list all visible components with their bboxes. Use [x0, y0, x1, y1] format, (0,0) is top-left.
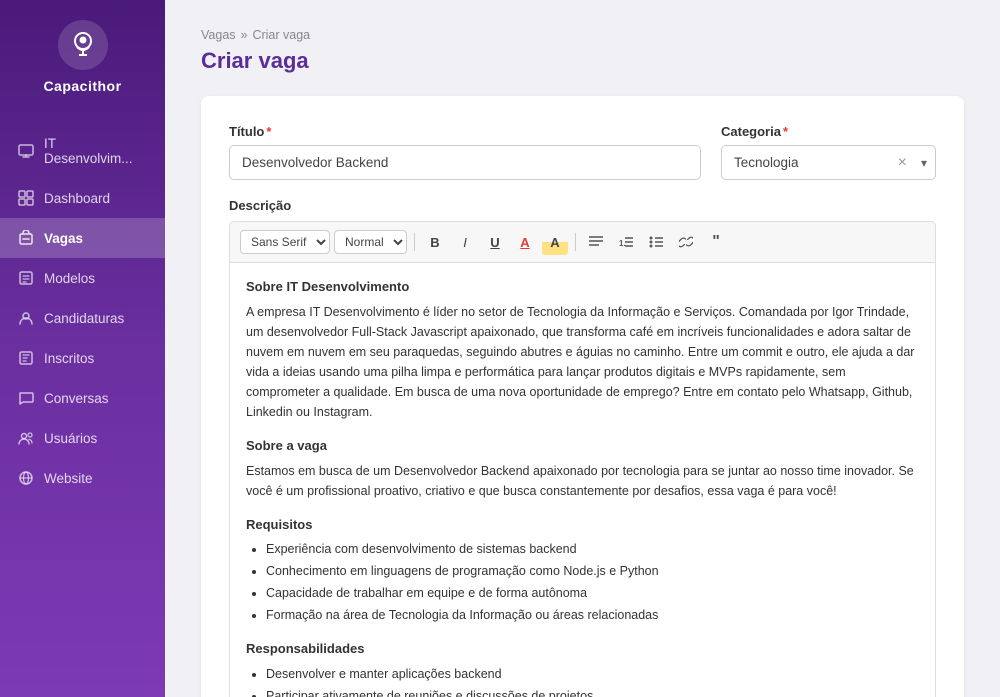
- sidebar-item-dashboard[interactable]: Dashboard: [0, 178, 165, 218]
- font-family-select[interactable]: Sans Serif: [240, 230, 330, 254]
- section-responsabilidades-list: Desenvolver e manter aplicações backend …: [246, 664, 919, 697]
- sidebar: Capacithor IT Desenvolvim... Dashboard: [0, 0, 165, 697]
- capacithor-logo-svg: [69, 31, 97, 59]
- section-requisitos-title: Requisitos: [246, 515, 919, 536]
- breadcrumb-root: Vagas: [201, 28, 236, 42]
- sidebar-item-candidaturas[interactable]: Candidaturas: [0, 298, 165, 338]
- dashboard-icon: [18, 190, 34, 206]
- candidaturas-icon: [18, 310, 34, 326]
- list-item: Desenvolver e manter aplicações backend: [266, 664, 919, 684]
- list-item: Formação na área de Tecnologia da Inform…: [266, 605, 919, 625]
- link-icon: [679, 236, 693, 248]
- font-size-select[interactable]: Normal: [334, 230, 407, 254]
- logo-icon: [58, 20, 108, 70]
- section-responsabilidades-title: Responsabilidades: [246, 639, 919, 660]
- form-card: Título* Categoria* Tecnologia × ▾: [201, 96, 964, 697]
- unordered-list-icon: [649, 236, 663, 248]
- quote-button[interactable]: ": [703, 229, 729, 255]
- breadcrumb-current: Criar vaga: [252, 28, 310, 42]
- main-content: Vagas » Criar vaga Criar vaga Título* Ca…: [165, 0, 1000, 697]
- section-sobre-vaga-title: Sobre a vaga: [246, 436, 919, 457]
- list-item: Experiência com desenvolvimento de siste…: [266, 539, 919, 559]
- category-select[interactable]: Tecnologia × ▾: [721, 145, 936, 180]
- modelos-icon: [18, 270, 34, 286]
- editor-toolbar: Sans Serif Normal B I U A A: [230, 222, 935, 263]
- unordered-list-button[interactable]: [643, 229, 669, 255]
- title-label: Título*: [229, 124, 701, 139]
- align-icon: [589, 236, 603, 248]
- sidebar-logo: Capacithor: [43, 20, 121, 94]
- inscritos-icon: [18, 350, 34, 366]
- chevron-down-icon[interactable]: ▾: [913, 156, 935, 170]
- list-item: Participar ativamente de reuniões e disc…: [266, 686, 919, 697]
- description-label: Descrição: [229, 198, 936, 213]
- bold-button[interactable]: B: [422, 229, 448, 255]
- ordered-list-button[interactable]: 1.: [613, 229, 639, 255]
- category-label: Categoria*: [721, 124, 936, 139]
- sidebar-item-conversas[interactable]: Conversas: [0, 378, 165, 418]
- underline-button[interactable]: U: [482, 229, 508, 255]
- editor-content-area[interactable]: Sobre IT Desenvolvimento A empresa IT De…: [230, 263, 935, 697]
- page-title: Criar vaga: [201, 48, 964, 74]
- usuarios-icon: [18, 430, 34, 446]
- category-field: Categoria* Tecnologia × ▾: [721, 124, 936, 180]
- breadcrumb: Vagas » Criar vaga: [201, 28, 964, 42]
- list-item: Conhecimento em linguagens de programaçã…: [266, 561, 919, 581]
- font-color-button[interactable]: A: [512, 229, 538, 255]
- title-field: Título*: [229, 124, 701, 180]
- svg-text:1.: 1.: [619, 239, 626, 248]
- toolbar-divider-1: [414, 233, 415, 251]
- sidebar-item-vagas[interactable]: Vagas: [0, 218, 165, 258]
- section-sobre-it-title: Sobre IT Desenvolvimento: [246, 277, 919, 298]
- conversas-icon: [18, 390, 34, 406]
- toolbar-divider-2: [575, 233, 576, 251]
- sidebar-item-website[interactable]: Website: [0, 458, 165, 498]
- section-sobre-it-para: A empresa IT Desenvolvimento é líder no …: [246, 302, 919, 422]
- sidebar-item-usuarios[interactable]: Usuários: [0, 418, 165, 458]
- title-category-row: Título* Categoria* Tecnologia × ▾: [229, 124, 936, 180]
- vagas-icon: [18, 230, 34, 246]
- highlight-button[interactable]: A: [542, 229, 568, 255]
- description-section: Descrição Sans Serif Normal B I U: [229, 198, 936, 697]
- section-sobre-vaga-para: Estamos em busca de um Desenvolvedor Bac…: [246, 461, 919, 501]
- breadcrumb-separator: »: [241, 28, 248, 42]
- title-input[interactable]: [229, 145, 701, 180]
- select-clear-icon[interactable]: ×: [892, 155, 913, 171]
- ordered-list-icon: 1.: [619, 236, 633, 248]
- category-value: Tecnologia: [722, 146, 892, 179]
- italic-button[interactable]: I: [452, 229, 478, 255]
- sidebar-item-it-dev[interactable]: IT Desenvolvim...: [0, 124, 165, 178]
- sidebar-item-inscritos[interactable]: Inscritos: [0, 338, 165, 378]
- sidebar-item-modelos[interactable]: Modelos: [0, 258, 165, 298]
- monitor-icon: [18, 143, 34, 159]
- align-button[interactable]: [583, 229, 609, 255]
- sidebar-navigation: IT Desenvolvim... Dashboard Vagas: [0, 124, 165, 498]
- website-icon: [18, 470, 34, 486]
- rich-text-editor: Sans Serif Normal B I U A A: [229, 221, 936, 697]
- list-item: Capacidade de trabalhar em equipe e de f…: [266, 583, 919, 603]
- sidebar-logo-text: Capacithor: [43, 78, 121, 94]
- link-button[interactable]: [673, 229, 699, 255]
- section-requisitos-list: Experiência com desenvolvimento de siste…: [246, 539, 919, 625]
